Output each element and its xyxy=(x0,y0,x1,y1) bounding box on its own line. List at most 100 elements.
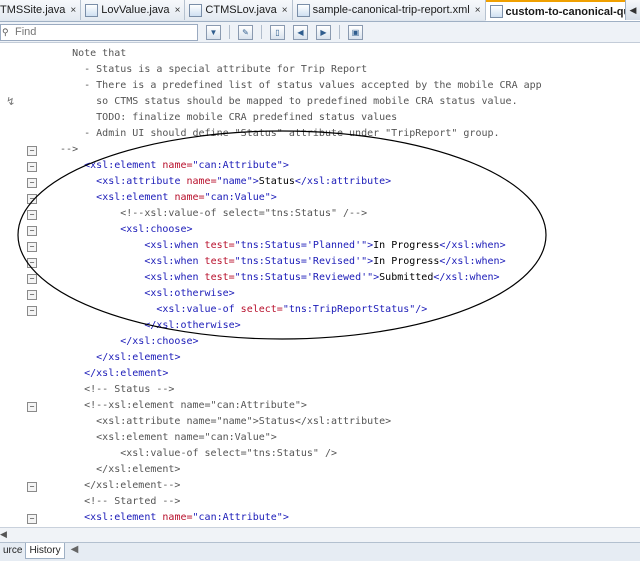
code-token: "can:Attribute"> xyxy=(192,512,289,523)
fold-toggle-icon[interactable]: − xyxy=(27,290,37,300)
code-line[interactable]: <xsl:value-of select="tns:TripReportStat… xyxy=(48,302,427,318)
code-line[interactable]: </xsl:choose> xyxy=(48,334,198,350)
code-line[interactable]: </xsl:element> xyxy=(48,462,180,478)
xsl-file-icon xyxy=(489,5,503,18)
toggle-bookmark-icon[interactable]: ▯ xyxy=(270,24,285,40)
fold-toggle-icon[interactable]: − xyxy=(27,162,37,172)
code-line[interactable]: </xsl:element--> xyxy=(48,478,180,494)
code-token: <!-- Started --> xyxy=(48,496,181,507)
bottom-view-tabs: urce History ◀ xyxy=(0,542,640,561)
code-token: Status xyxy=(258,176,295,187)
close-tab-icon[interactable]: × xyxy=(475,5,481,16)
code-token: name= xyxy=(162,512,193,523)
fold-toggle-icon[interactable]: − xyxy=(27,306,37,316)
code-token: <xsl:value-of xyxy=(156,304,241,315)
fold-toggle-icon[interactable]: − xyxy=(27,514,37,524)
editor-tab[interactable]: LovValue.java × xyxy=(81,0,186,20)
fold-toggle-icon[interactable]: − xyxy=(27,146,37,156)
code-token: - Admin UI should define "Status" attrib… xyxy=(48,128,500,139)
code-token: </xsl:element--> xyxy=(48,480,181,491)
fold-toggle-icon[interactable]: − xyxy=(27,274,37,284)
code-line[interactable]: <!-- Started --> xyxy=(48,494,180,510)
fold-toggle-icon[interactable]: − xyxy=(27,242,37,252)
find-input[interactable] xyxy=(15,25,165,39)
fold-toggle-icon[interactable]: − xyxy=(27,258,37,268)
code-line[interactable]: <xsl:otherwise> xyxy=(48,286,235,302)
find-toolbar: ⚲ ▼ ✎ ▯ ◀ ▶ ▣ xyxy=(0,22,640,43)
bottom-tab-history[interactable]: History xyxy=(25,543,65,559)
fold-toggle-icon[interactable]: − xyxy=(27,194,37,204)
code-line[interactable]: <xsl:element name="can:Value"> xyxy=(48,430,277,446)
code-line[interactable]: <xsl:when test="tns:Status='Planned'">In… xyxy=(48,238,506,254)
code-line[interactable]: </xsl:otherwise> xyxy=(48,318,240,334)
editor-tab[interactable]: CTMSLov.java × xyxy=(185,0,293,20)
code-token: </xsl:when> xyxy=(439,256,506,267)
scroll-left-icon[interactable]: ◀ xyxy=(0,529,7,540)
code-token: - Status is a special attribute for Trip… xyxy=(48,64,368,75)
code-token: <xsl:element xyxy=(96,192,175,203)
code-line[interactable]: <xsl:attribute name="name">Status</xsl:a… xyxy=(48,174,391,190)
editor-tab[interactable]: custom-to-canonical-query.xs xyxy=(485,0,640,21)
editor-tab-label: custom-to-canonical-query.xs xyxy=(505,5,640,18)
code-line[interactable]: <xsl:when test="tns:Status='Revised'">In… xyxy=(48,254,506,270)
code-token: "name"> xyxy=(216,176,259,187)
code-line[interactable]: - There is a predefined list of status v… xyxy=(48,78,542,94)
code-token: </xsl:element> xyxy=(48,464,181,475)
fold-toggle-icon[interactable]: − xyxy=(27,402,37,412)
fold-toggle-icon[interactable]: − xyxy=(27,226,37,236)
code-token: <xsl:when xyxy=(144,272,205,283)
horizontal-scrollbar[interactable]: ◀ xyxy=(0,527,640,542)
code-line[interactable]: <xsl:choose> xyxy=(48,222,192,238)
next-bookmark-icon[interactable]: ▶ xyxy=(316,24,331,40)
code-line[interactable]: </xsl:element> xyxy=(48,366,168,382)
code-token: Note that xyxy=(48,48,127,59)
find-box[interactable]: ⚲ xyxy=(0,23,198,41)
code-line[interactable]: <!--xsl:value-of select="tns:Status" /--… xyxy=(48,206,367,222)
code-line[interactable]: <xsl:attribute name="name">Status</xsl:a… xyxy=(48,414,391,430)
highlight-icon[interactable]: ▣ xyxy=(348,24,363,40)
previous-bookmark-icon[interactable]: ◀ xyxy=(293,24,308,40)
code-line[interactable]: <xsl:value-of select="tns:Status" /> xyxy=(48,446,337,462)
fold-toggle-icon[interactable]: − xyxy=(27,210,37,220)
code-line[interactable]: <xsl:element name="can:Value"> xyxy=(48,190,277,206)
code-line[interactable]: --> xyxy=(48,142,78,158)
code-token: <xsl:otherwise> xyxy=(144,288,235,299)
code-line[interactable]: Note that xyxy=(48,46,126,62)
bottom-scroll-left-icon[interactable]: ◀ xyxy=(65,543,85,556)
editor-tab[interactable]: sample-canonical-trip-report.xml × xyxy=(292,0,486,20)
find-options-icon[interactable]: ▼ xyxy=(206,24,221,40)
code-line[interactable]: <!--xsl:element name="can:Attribute"> xyxy=(48,398,307,414)
code-token: Submitted xyxy=(379,272,434,283)
code-line[interactable]: TODO: finalize mobile CRA predefined sta… xyxy=(48,110,397,126)
code-editor[interactable]: ↯ −−−−−−−−−−−−−−− Note that - Status is … xyxy=(0,43,640,527)
fold-toggle-icon[interactable]: − xyxy=(27,482,37,492)
go-to-source-icon[interactable]: ✎ xyxy=(238,24,253,40)
tab-scroll-icon[interactable]: ◀ xyxy=(625,0,640,20)
code-line[interactable]: </xsl:element> xyxy=(48,350,180,366)
code-line[interactable]: <xsl:element name="can:Attribute"> xyxy=(48,510,289,526)
code-token: <xsl:element xyxy=(84,160,163,171)
close-tab-icon[interactable]: × xyxy=(282,5,288,16)
code-line[interactable]: - Status is a special attribute for Trip… xyxy=(48,62,367,78)
fold-toggle-icon[interactable]: − xyxy=(27,178,37,188)
code-line[interactable]: so CTMS status should be mapped to prede… xyxy=(48,94,517,110)
close-tab-icon[interactable]: × xyxy=(175,5,181,16)
code-line[interactable]: - Admin UI should define "Status" attrib… xyxy=(48,126,500,142)
code-line[interactable]: <!-- Status --> xyxy=(48,382,174,398)
code-line[interactable]: <xsl:element name="can:Attribute"> xyxy=(48,158,289,174)
code-token: </xsl:when> xyxy=(439,240,506,251)
editor-tab-label: sample-canonical-trip-report.xml xyxy=(312,4,470,16)
code-line[interactable]: <xsl:when test="tns:Status='Reviewed'">S… xyxy=(48,270,499,286)
edit-marker-icon: ↯ xyxy=(6,96,16,108)
code-token: test= xyxy=(204,272,235,283)
bottom-tab-urce[interactable]: urce xyxy=(0,543,25,558)
editor-gutter: ↯ −−−−−−−−−−−−−−− xyxy=(0,43,46,527)
close-tab-icon[interactable]: × xyxy=(70,5,76,16)
editor-tab[interactable]: TMSSite.java × xyxy=(0,0,82,20)
code-token: "tns:TripReportStatus"/> xyxy=(282,304,428,315)
